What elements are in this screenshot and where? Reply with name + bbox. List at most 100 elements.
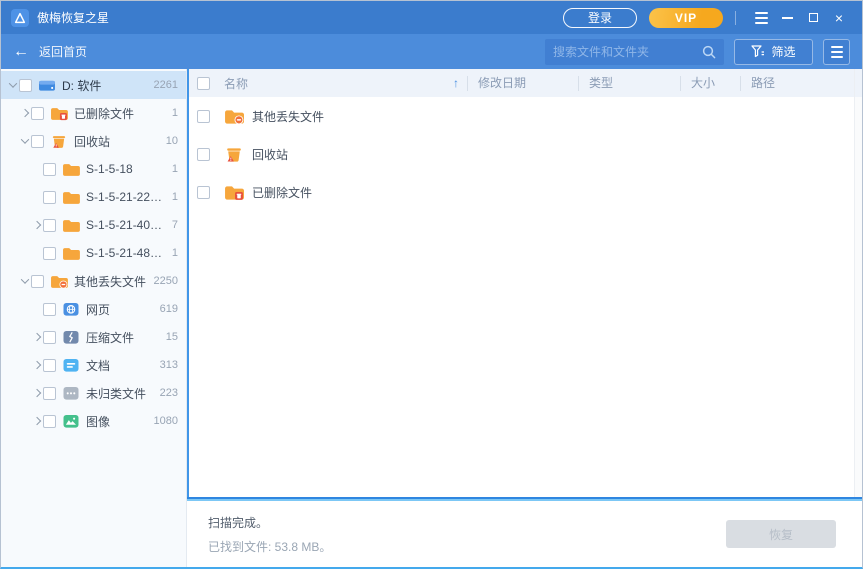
checkbox[interactable] (197, 186, 210, 199)
chevron-down-icon[interactable] (18, 278, 31, 284)
chevron-right-icon[interactable] (18, 110, 31, 116)
recycle-bin-icon (50, 133, 68, 149)
select-all-checkbox[interactable] (197, 77, 210, 90)
tree-item[interactable]: 图像1080 (1, 407, 186, 435)
chevron-right-icon[interactable] (30, 222, 43, 228)
checkbox[interactable] (31, 135, 44, 148)
vertical-scrollbar[interactable] (854, 97, 862, 497)
chevron-down-icon[interactable] (18, 138, 31, 144)
file-row[interactable]: 回收站 (189, 135, 854, 173)
tree-item-label: 回收站 (74, 133, 162, 150)
item-count-badge: 1 (172, 191, 178, 203)
item-count-badge: 2261 (154, 79, 178, 91)
tree-item[interactable]: 未归类文件223 (1, 379, 186, 407)
tree-item[interactable]: 已删除文件1 (1, 99, 186, 127)
vip-button[interactable]: VIP (649, 8, 723, 28)
column-header[interactable]: 大小 (680, 76, 740, 91)
checkbox[interactable] (43, 303, 56, 316)
back-label: 返回首页 (39, 43, 87, 60)
checkbox[interactable] (43, 219, 56, 232)
tree-item-label: 未归类文件 (86, 385, 156, 402)
tree-item[interactable]: S-1-5-21-40292...7 (1, 211, 186, 239)
unclassified-icon (62, 385, 80, 401)
tree-item-label: 压缩文件 (86, 329, 162, 346)
checkbox[interactable] (43, 247, 56, 260)
title-bar: 傲梅恢复之星 登录 VIP × (1, 1, 862, 34)
deleted-folder-icon (224, 183, 244, 201)
app-window: 傲梅恢复之星 登录 VIP × ← 返回首页 筛选 D: 软件2261已删除文件… (0, 0, 863, 569)
tree-item[interactable]: S-1-5-181 (1, 155, 186, 183)
checkbox[interactable] (43, 331, 56, 344)
search-icon[interactable] (701, 44, 717, 65)
file-row[interactable]: 其他丢失文件 (189, 97, 854, 135)
tree-item[interactable]: 文档313 (1, 351, 186, 379)
checkbox[interactable] (43, 191, 56, 204)
checkbox[interactable] (43, 163, 56, 176)
deleted-folder-icon (50, 105, 68, 121)
chevron-right-icon[interactable] (30, 362, 43, 368)
column-header-name[interactable]: 名称 (224, 75, 248, 92)
checkbox[interactable] (43, 387, 56, 400)
item-count-badge: 1 (172, 247, 178, 259)
item-count-badge: 15 (166, 331, 178, 343)
scan-status-text: 扫描完成。 (208, 514, 331, 531)
item-count-badge: 1 (172, 107, 178, 119)
recover-button[interactable]: 恢复 (726, 520, 836, 548)
app-logo-icon (11, 9, 29, 27)
item-count-badge: 619 (160, 303, 178, 315)
close-button[interactable]: × (826, 6, 852, 30)
checkbox[interactable] (197, 110, 210, 123)
tree-item[interactable]: D: 软件2261 (1, 71, 186, 99)
tree-item-label: S-1-5-21-22611... (86, 190, 168, 204)
chevron-down-icon[interactable] (6, 82, 19, 88)
file-row[interactable]: 已删除文件 (189, 173, 854, 211)
filter-button[interactable]: 筛选 (734, 39, 813, 65)
lost-folder-icon (224, 107, 244, 125)
maximize-button[interactable] (800, 6, 826, 30)
column-header[interactable]: 修改日期 (467, 76, 578, 91)
chevron-right-icon[interactable] (30, 334, 43, 340)
item-count-badge: 1080 (154, 415, 178, 427)
checkbox[interactable] (197, 148, 210, 161)
tree-item[interactable]: S-1-5-21-22611... 1 (1, 183, 186, 211)
tree-item[interactable]: 回收站 10 (1, 127, 186, 155)
chevron-right-icon[interactable] (30, 418, 43, 424)
drive-icon (38, 77, 56, 93)
found-files-text: 已找到文件: 53.8 MB。 (208, 538, 331, 555)
minimize-button[interactable] (774, 6, 800, 30)
checkbox[interactable] (31, 275, 44, 288)
folder-icon (62, 161, 80, 177)
checkbox[interactable] (43, 415, 56, 428)
file-list-panel: 名称 ↑ 修改日期类型大小路径 其他丢失文件回收站已删除文件 扫描完成。 已找到… (187, 69, 862, 567)
checkbox[interactable] (31, 107, 44, 120)
column-header[interactable]: 类型 (578, 76, 680, 91)
checkbox[interactable] (43, 359, 56, 372)
web-icon (62, 301, 80, 317)
lost-folder-icon (50, 273, 68, 289)
back-arrow-icon: ← (13, 44, 29, 60)
folder-icon (62, 245, 80, 261)
tree-item[interactable]: 其他丢失文件2250 (1, 267, 186, 295)
sort-ascending-icon[interactable]: ↑ (453, 76, 459, 90)
scrollbar-header-spacer (854, 69, 862, 97)
tree-item[interactable]: S-1-5-21-48438...1 (1, 239, 186, 267)
checkbox[interactable] (19, 79, 32, 92)
hamburger-icon[interactable] (748, 6, 774, 30)
folder-tree-sidebar: D: 软件2261已删除文件1回收站10S-1-5-181S-1-5-21-22… (1, 69, 187, 567)
back-button[interactable]: ← 返回首页 (13, 43, 87, 60)
recycle-bin-icon (224, 145, 244, 163)
view-menu-button[interactable] (823, 39, 850, 65)
chevron-right-icon[interactable] (30, 390, 43, 396)
tree-item[interactable]: 网页 619 (1, 295, 186, 323)
tree-item-label: 其他丢失文件 (74, 273, 150, 290)
document-icon (62, 357, 80, 373)
item-count-badge: 313 (160, 359, 178, 371)
item-count-badge: 10 (166, 135, 178, 147)
login-button[interactable]: 登录 (563, 8, 637, 28)
archive-icon (62, 329, 80, 345)
search-input[interactable] (545, 39, 724, 65)
item-count-badge: 7 (172, 219, 178, 231)
column-header[interactable]: 路径 (740, 76, 854, 91)
tree-item[interactable]: 压缩文件 15 (1, 323, 186, 351)
tree-item-label: 网页 (86, 301, 156, 318)
